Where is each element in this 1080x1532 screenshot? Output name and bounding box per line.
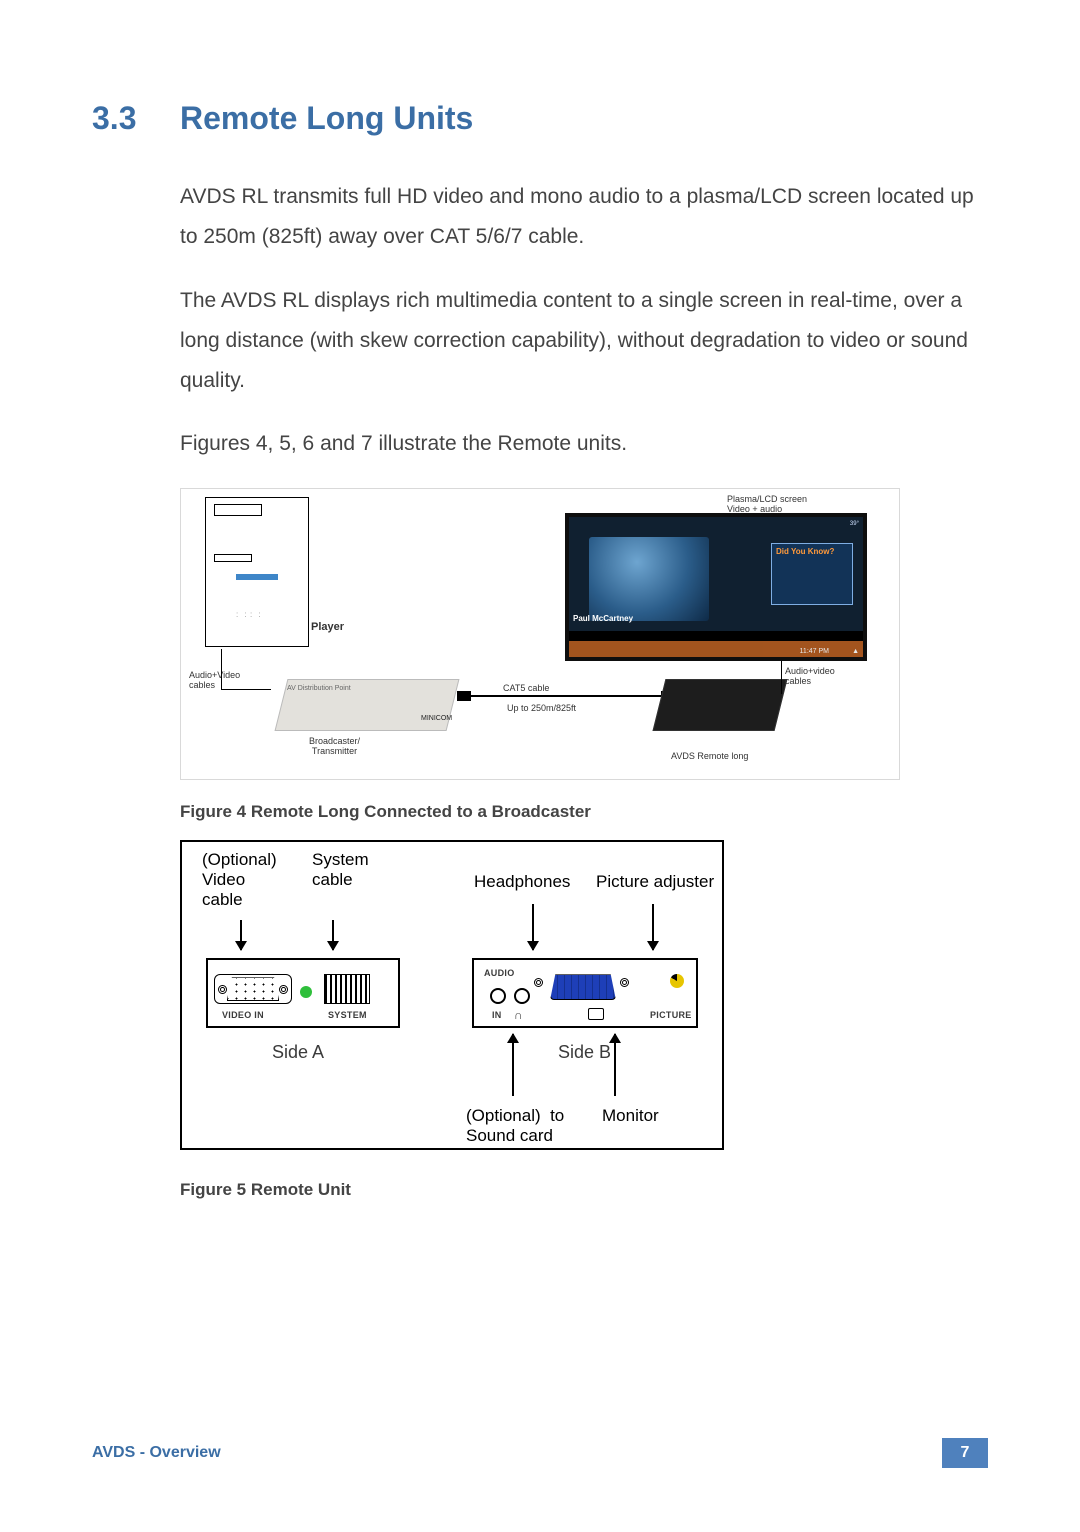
label-optional-sound: (Optional) to Sound card [466, 1106, 564, 1146]
label-headphones: Headphones [474, 872, 570, 892]
arrow-down-icon [532, 904, 534, 950]
page-number: 7 [942, 1438, 988, 1468]
arrow-up-icon [512, 1034, 514, 1096]
pc-tower-icon: : : : : [205, 497, 309, 647]
audio-out-jack-icon [514, 988, 530, 1004]
arrow-down-icon [240, 920, 242, 950]
status-led-icon [300, 986, 312, 998]
label-av-cable-left: Audio+Video cables [189, 671, 240, 691]
label-transmitter-code: MINICOM [421, 715, 452, 722]
label-cat5: CAT5 cable [503, 683, 549, 693]
label-in: IN [492, 1010, 502, 1020]
label-optional-video: (Optional) Video cable [202, 850, 277, 910]
label-picture-adjuster: Picture adjuster [596, 872, 714, 892]
paragraph-1: AVDS RL transmits full HD video and mono… [180, 177, 988, 257]
paragraph-3: Figures 4, 5, 6 and 7 illustrate the Rem… [180, 424, 988, 464]
label-monitor: Monitor [602, 1106, 659, 1126]
picture-knob-icon [670, 974, 684, 988]
section-number: 3.3 [92, 100, 180, 137]
paragraph-2: The AVDS RL displays rich multimedia con… [180, 281, 988, 401]
screen-logo-icon: ▲ [852, 648, 859, 655]
figure-4-caption: Figure 4 Remote Long Connected to a Broa… [180, 802, 988, 822]
section-heading: 3.3 Remote Long Units [92, 100, 988, 137]
label-side-b: Side B [558, 1042, 611, 1063]
plasma-screen-icon: 39° Did You Know? Paul McCartney 11:47 P… [565, 513, 867, 661]
side-b-panel: AUDIO IN ∩ PICTURE [472, 958, 698, 1028]
screen-temperature: 39° [850, 521, 859, 527]
label-audio: AUDIO [484, 968, 515, 978]
label-picture: PICTURE [650, 1010, 692, 1020]
screen-didyouknow: Did You Know? [772, 544, 852, 559]
label-av-cable-right: Audio+video cables [785, 667, 835, 687]
audio-in-jack-icon [490, 988, 506, 1004]
vga-port-icon [550, 974, 616, 1000]
rj45-plug-icon [457, 691, 471, 701]
footer-title: AVDS - Overview [92, 1444, 221, 1462]
headphone-icon: ∩ [514, 1008, 523, 1022]
remote-long-unit-icon [653, 679, 788, 731]
label-system-cable: System cable [312, 850, 369, 890]
arrow-down-icon [332, 920, 334, 950]
screen-clock: 11:47 PM [800, 648, 829, 655]
label-side-a: Side A [272, 1042, 324, 1063]
monitor-port-icon [588, 1004, 606, 1020]
figure-5-caption: Figure 5 Remote Unit [180, 1180, 988, 1200]
figure-5: (Optional) Video cable System cable Head… [180, 840, 724, 1150]
section-title: Remote Long Units [180, 100, 473, 137]
label-upto: Up to 250m/825ft [507, 703, 576, 713]
arrow-down-icon [652, 904, 654, 950]
label-broadcaster: Broadcaster/ Transmitter [309, 737, 360, 756]
label-transmitter-side: AV Distribution Point [287, 685, 351, 692]
screw-nut-icon [620, 978, 629, 987]
rj45-port-icon [324, 974, 370, 1004]
label-system: SYSTEM [328, 1010, 367, 1020]
label-video-in: VIDEO IN [222, 1010, 264, 1020]
figure-4: : : : : Player Audio+Video cables AV Dis… [180, 488, 900, 780]
vga-port-icon [214, 974, 292, 1004]
screen-artist-name: Paul McCartney [573, 614, 633, 623]
label-remote-long: AVDS Remote long [671, 751, 748, 761]
label-player: Player [311, 621, 344, 633]
page-footer: AVDS - Overview 7 [92, 1438, 988, 1468]
side-a-panel: VIDEO IN SYSTEM [206, 958, 400, 1028]
label-screen: Plasma/LCD screen Video + audio [727, 495, 807, 514]
arrow-up-icon [614, 1034, 616, 1096]
screw-nut-icon [534, 978, 543, 987]
